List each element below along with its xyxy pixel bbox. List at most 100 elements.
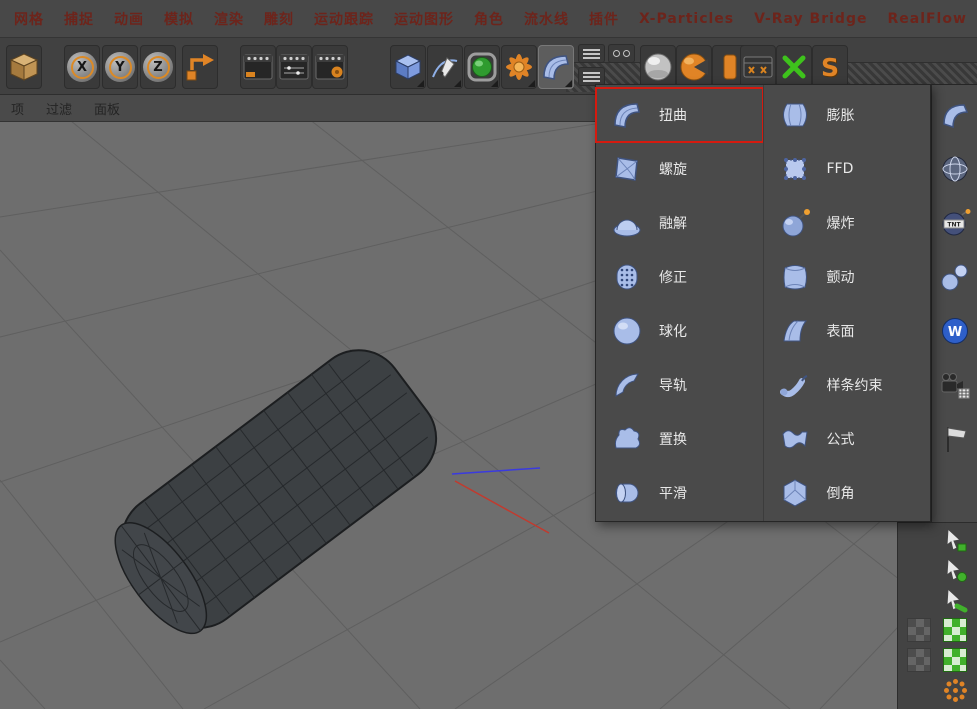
deformer-item-rail[interactable]: 导轨 [596, 358, 763, 412]
stage-button[interactable] [740, 45, 776, 89]
correction-icon [609, 259, 645, 295]
menu-realflow[interactable]: RealFlow [877, 11, 976, 27]
render-settings-button[interactable] [276, 45, 312, 89]
menu-sculpt[interactable]: 雕刻 [254, 9, 304, 29]
model-cube-button[interactable] [6, 45, 42, 89]
deformer-item-twist[interactable]: 螺旋 [596, 142, 763, 196]
material-s-icon: S [821, 53, 839, 82]
camera-deformer-icon [939, 99, 971, 131]
deformer-item-displacer[interactable]: 置换 [596, 412, 763, 466]
menu-motion-tracker[interactable]: 运动跟踪 [304, 9, 384, 29]
viewport-menu-filter[interactable]: 过滤 [37, 99, 81, 118]
green-grid-tool-1[interactable] [940, 616, 970, 644]
right-dock-palette [897, 522, 977, 709]
deformer-item-spherify[interactable]: 球化 [596, 304, 763, 358]
deformer-item-smoothing[interactable]: 平滑 [596, 466, 763, 520]
viewport-menu-options[interactable]: 项 [2, 99, 33, 118]
deformer-item-label: 置换 [659, 429, 687, 449]
green-grid-icon [943, 618, 967, 642]
lock-y-circle: Y [105, 52, 135, 82]
render-view-button[interactable] [240, 45, 276, 89]
select-tool-green-2[interactable] [940, 556, 970, 584]
menu-character[interactable]: 角色 [464, 9, 514, 29]
menu-vray-bridge[interactable]: V-Ray Bridge [744, 11, 877, 27]
material-s-button[interactable]: S [812, 45, 848, 89]
mograph-icon [502, 50, 536, 84]
viewport-menu-panel[interactable]: 面板 [85, 99, 129, 118]
wind-item[interactable] [932, 412, 977, 466]
deformer-button-active[interactable] [538, 45, 574, 89]
explosion-fx-item[interactable]: TNT [932, 196, 977, 250]
subdivision-surface-button[interactable] [464, 45, 500, 89]
menu-x-particles[interactable]: X-Particles [629, 11, 744, 27]
menu-mesh[interactable]: 网格 [4, 9, 54, 29]
wrap-item[interactable]: W [932, 304, 977, 358]
flyout-corner-triangle [454, 80, 461, 87]
mode-bars-button[interactable] [578, 44, 605, 63]
point-cache-icon [939, 369, 971, 401]
deformer-item-explosion[interactable]: 爆炸 [764, 196, 931, 250]
lock-z-button[interactable]: Z [140, 45, 176, 89]
faint-grid-icon [907, 648, 931, 672]
menu-snap[interactable]: 捕捉 [54, 9, 104, 29]
spline-pen-icon [428, 50, 462, 84]
deformer-item-melt[interactable]: 融解 [596, 196, 763, 250]
deformer-item-label: 球化 [659, 321, 687, 341]
select-tool-green-1[interactable] [940, 526, 970, 554]
orange-array-tool[interactable] [940, 676, 970, 704]
deformer-column-2: 膨胀 FFD [763, 85, 931, 521]
twist-icon [609, 151, 645, 187]
point-cache-item[interactable] [932, 358, 977, 412]
bevel-icon [777, 475, 813, 511]
camera-deformer-item[interactable] [932, 88, 977, 142]
menu-plugins[interactable]: 插件 [579, 9, 629, 29]
green-grid-tool-2[interactable] [940, 646, 970, 674]
shrink-wrap-item[interactable] [932, 142, 977, 196]
deformer-item-ffd[interactable]: FFD [764, 142, 931, 196]
menu-mograph[interactable]: 运动图形 [384, 9, 464, 29]
menu-animate[interactable]: 动画 [104, 9, 154, 29]
deformer-item-label: 倒角 [827, 483, 855, 503]
deformer-item-correction[interactable]: 修正 [596, 250, 763, 304]
green-x-icon [777, 50, 811, 84]
faint-grid-2[interactable] [904, 646, 934, 674]
deformer-item-label: 导轨 [659, 375, 687, 395]
smoothing-icon [609, 475, 645, 511]
deformer-item-surface[interactable]: 表面 [764, 304, 931, 358]
deformer-item-bulge[interactable]: 膨胀 [764, 88, 931, 142]
mograph-button[interactable] [501, 45, 537, 89]
faint-grid-icon [907, 618, 931, 642]
spline-pen-button[interactable] [427, 45, 463, 89]
render-queue-button[interactable] [312, 45, 348, 89]
menu-simulate[interactable]: 模拟 [154, 9, 204, 29]
faint-grid-1[interactable] [904, 616, 934, 644]
lock-z-circle: Z [143, 52, 173, 82]
deformer-item-label: 公式 [827, 429, 855, 449]
primitive-cube-button[interactable] [390, 45, 426, 89]
capsule-object[interactable] [95, 332, 454, 652]
sky-button[interactable] [676, 45, 712, 89]
mode-circles-button[interactable] [608, 44, 635, 63]
deformer-item-spline-wrap[interactable]: 样条约束 [764, 358, 931, 412]
deformer-item-jiggle[interactable]: 颤动 [764, 250, 931, 304]
primitive-cube-icon [391, 50, 425, 84]
lock-y-button[interactable]: Y [102, 45, 138, 89]
squash-stretch-item[interactable] [932, 250, 977, 304]
displacer-icon [609, 421, 645, 457]
deformer-item-label: 螺旋 [659, 159, 687, 179]
coordinate-system-button[interactable] [182, 45, 218, 89]
subdivision-surface-icon [465, 50, 499, 84]
lock-x-button[interactable]: X [64, 45, 100, 89]
deformer-item-bevel[interactable]: 倒角 [764, 466, 931, 520]
deformer-item-bend[interactable]: 扭曲 [596, 88, 763, 142]
render-settings-icon [277, 50, 311, 84]
menu-pipeline[interactable]: 流水线 [514, 9, 579, 29]
deformer-item-label: 平滑 [659, 483, 687, 503]
delete-x-button[interactable] [776, 45, 812, 89]
flyout-corner-triangle [528, 80, 535, 87]
stage-icon [741, 50, 775, 84]
menu-render[interactable]: 渲染 [204, 9, 254, 29]
floor-button[interactable] [640, 45, 676, 89]
select-tool-green-3[interactable] [940, 586, 970, 614]
deformer-item-formula[interactable]: 公式 [764, 412, 931, 466]
